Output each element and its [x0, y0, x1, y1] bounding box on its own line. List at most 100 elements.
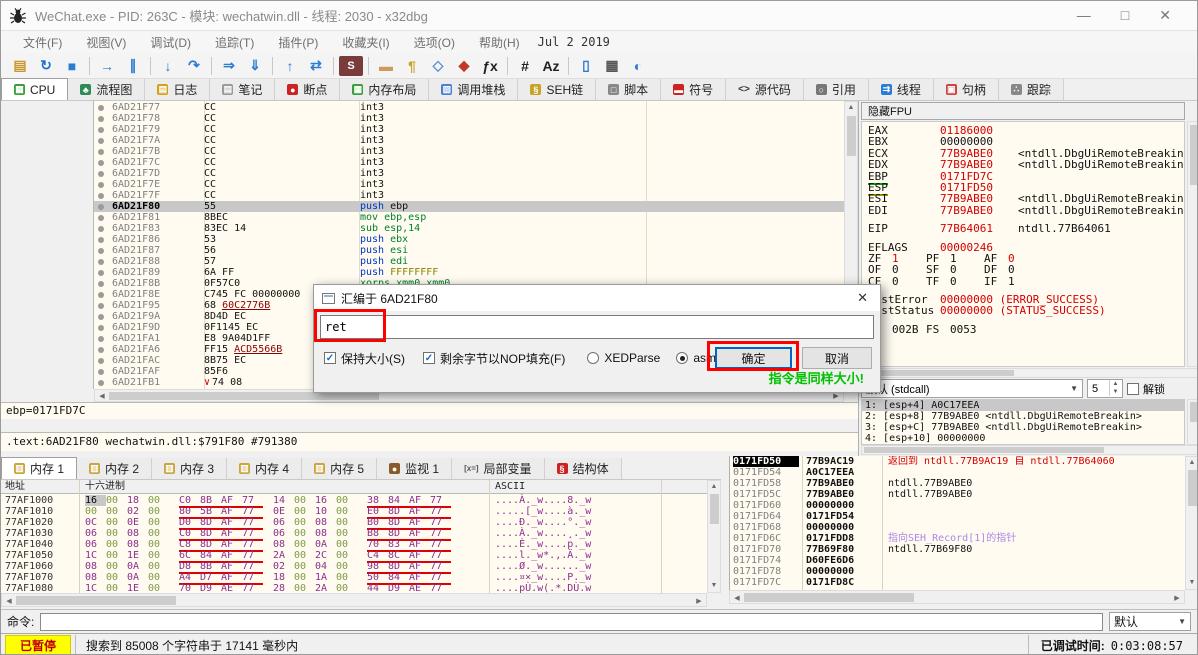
- menu-item[interactable]: 收藏夹(I): [330, 34, 401, 52]
- globe-icon[interactable]: ◐: [626, 56, 650, 76]
- stack-row[interactable]: 0171FD7800000000: [730, 566, 1185, 577]
- patches-icon[interactable]: ▬: [374, 56, 398, 76]
- breakpoint-dot[interactable]: [98, 237, 104, 243]
- tab-断点[interactable]: ●断点: [275, 79, 340, 100]
- run-to-user-code-icon[interactable]: ⇒: [217, 56, 241, 76]
- memory-row[interactable]: 77AF101000000200805BAF770E001000E08DAF77…: [1, 506, 707, 517]
- register-row[interactable]: ZF1PF1AF0: [868, 253, 1184, 264]
- breakpoint-dot[interactable]: [98, 149, 104, 155]
- hide-fpu-button[interactable]: 隐藏FPU: [861, 102, 1185, 120]
- breakpoint-dot[interactable]: [98, 105, 104, 111]
- memory-row[interactable]: 77AF10501C001E006C84AF772A002C00C48CAF77…: [1, 550, 707, 561]
- disasm-row[interactable]: 6AD21F8653push ebx: [94, 234, 844, 245]
- calculator-icon[interactable]: ▦: [600, 56, 624, 76]
- close-debuggee-icon[interactable]: ■: [60, 56, 84, 76]
- dialog-close-icon[interactable]: ✕: [853, 290, 872, 306]
- breakpoint-dot[interactable]: [98, 226, 104, 232]
- register-row[interactable]: GS002BFS0053: [868, 324, 1184, 335]
- argument-row[interactable]: 4: [esp+10] 00000000: [862, 433, 1184, 444]
- memory-row[interactable]: 77AF103006000800C08DAF7706000800B88DAF77…: [1, 528, 707, 539]
- tab-内存布局[interactable]: ▦内存布局: [340, 79, 429, 100]
- step-out-icon[interactable]: ⇓: [243, 56, 267, 76]
- tab-内存-4[interactable]: ▥内存 4: [227, 458, 302, 479]
- close-button[interactable]: ✕: [1159, 7, 1171, 24]
- memory-row[interactable]: 77AF107008000A00A4D7AF7718001A005084AF77…: [1, 572, 707, 583]
- registers-vscrollbar[interactable]: [1187, 121, 1198, 367]
- memory-row[interactable]: 77AF10200C000E00D08DAF7706000800B08DAF77…: [1, 517, 707, 528]
- tab-符号[interactable]: ▬符号: [661, 79, 726, 100]
- tab-引用[interactable]: ○引用: [804, 79, 869, 100]
- xedparse-radio[interactable]: [587, 352, 599, 364]
- register-row[interactable]: OF0SF0DF0: [868, 264, 1184, 275]
- function-icon[interactable]: ƒx: [478, 56, 502, 76]
- tab-内存-5[interactable]: ▥内存 5: [302, 458, 377, 479]
- arg-count-spinner[interactable]: 5▲▼: [1087, 379, 1123, 398]
- breakpoints-icon[interactable]: ◆: [452, 56, 476, 76]
- tab-调用堆栈[interactable]: ▧调用堆栈: [429, 79, 518, 100]
- step-over-icon[interactable]: ↷: [182, 56, 206, 76]
- stack-row[interactable]: 0171FD54A0C17EEA: [730, 467, 1185, 478]
- breakpoint-dot[interactable]: [98, 314, 104, 320]
- tab-线程[interactable]: ⇉线程: [869, 79, 934, 100]
- cancel-button[interactable]: 取消: [802, 347, 872, 369]
- disasm-row[interactable]: 6AD21F8055push ebp: [94, 201, 844, 212]
- stack-row[interactable]: 0171FD7C0171FD8C: [730, 577, 1185, 588]
- spinner-arrows-icon[interactable]: ▲▼: [1109, 380, 1121, 396]
- disasm-row[interactable]: 6AD21F8857push edi: [94, 256, 844, 267]
- stack-row[interactable]: 0171FD74D60FE6D6: [730, 555, 1185, 566]
- breakpoint-dot[interactable]: [98, 116, 104, 122]
- breakpoint-dot[interactable]: [98, 259, 104, 265]
- breakpoint-dot[interactable]: [98, 347, 104, 353]
- disasm-row[interactable]: 6AD21F77CCint3: [94, 102, 844, 113]
- menu-item[interactable]: 插件(P): [266, 34, 330, 52]
- case-icon[interactable]: Az: [539, 56, 563, 76]
- breakpoint-dot[interactable]: [98, 138, 104, 144]
- register-row[interactable]: EDI77B9ABE0<ntdll.DbgUiRemoteBreakin>: [868, 205, 1184, 216]
- breakpoint-dot[interactable]: [98, 182, 104, 188]
- disasm-row[interactable]: 6AD21F7ACCint3: [94, 135, 844, 146]
- menu-item[interactable]: 视图(V): [74, 34, 138, 52]
- fill-nop-checkbox[interactable]: ✓: [423, 352, 435, 364]
- disasm-row[interactable]: 6AD21F7DCCint3: [94, 168, 844, 179]
- minimize-button[interactable]: —: [1077, 7, 1091, 24]
- stack-row[interactable]: 0171FD6C0171FDD8指向SEH_Record[1]的指针: [730, 533, 1185, 544]
- disasm-row[interactable]: 6AD21F896A FFpush FFFFFFFF: [94, 267, 844, 278]
- stack-row[interactable]: 0171FD6000000000: [730, 500, 1185, 511]
- disasm-row[interactable]: 6AD21F8383EC 14sub esp,14: [94, 223, 844, 234]
- register-row[interactable]: EIP77B64061ntdll.77B64061: [868, 223, 1184, 234]
- breakpoint-dot[interactable]: [98, 281, 104, 287]
- stack-vscrollbar[interactable]: ▲▼: [1185, 456, 1198, 590]
- disasm-row[interactable]: 6AD21F7FCCint3: [94, 190, 844, 201]
- tab-句柄[interactable]: ▣句柄: [934, 79, 999, 100]
- disasm-row[interactable]: 6AD21F78CCint3: [94, 113, 844, 124]
- execute-till-return-icon[interactable]: ↑: [278, 56, 302, 76]
- command-input[interactable]: [40, 613, 1103, 631]
- memory-dump-panel[interactable]: 地址 十六进制 ASCII 77AF100016001800C08BAF7714…: [1, 480, 707, 607]
- breakpoint-dot[interactable]: [98, 325, 104, 331]
- animate-into-icon[interactable]: ⇄: [304, 56, 328, 76]
- asmjit-radio[interactable]: [676, 352, 688, 364]
- memory-vscrollbar[interactable]: ▲▼: [707, 480, 721, 593]
- open-file-icon[interactable]: ▤: [8, 56, 32, 76]
- pause-icon[interactable]: ∥: [121, 56, 145, 76]
- argument-row[interactable]: 3: [esp+C] 77B9ABE0 <ntdll.DbgUiRemoteBr…: [862, 422, 1184, 433]
- unlock-checkbox[interactable]: [1127, 383, 1139, 395]
- disasm-row[interactable]: 6AD21F7ECCint3: [94, 179, 844, 190]
- breakpoint-dot[interactable]: [98, 303, 104, 309]
- tab-结构体[interactable]: §结构体: [545, 458, 622, 479]
- stack-row[interactable]: 0171FD640171FD54: [730, 511, 1185, 522]
- breakpoint-dot[interactable]: [98, 204, 104, 210]
- stack-row[interactable]: 0171FD7077B69F80ntdll.77B69F80: [730, 544, 1185, 555]
- tab-日志[interactable]: ▤日志: [145, 79, 210, 100]
- keep-size-checkbox[interactable]: ✓: [324, 352, 336, 364]
- memory-row[interactable]: 77AF104006000800C88DAF7708000A007083AF77…: [1, 539, 707, 550]
- argument-row[interactable]: 1: [esp+4] A0C17EEA: [862, 400, 1184, 411]
- command-profile-select[interactable]: 默认▼: [1109, 612, 1191, 631]
- register-row[interactable]: EAX01186000: [868, 125, 1184, 136]
- tab-局部变量[interactable]: [x=]局部变量: [452, 458, 544, 479]
- breakpoint-dot[interactable]: [98, 369, 104, 375]
- dialog-title-bar[interactable]: 汇编于 6AD21F80 ✕: [314, 285, 880, 311]
- arguments-vscrollbar[interactable]: [1187, 399, 1198, 445]
- stack-row[interactable]: 0171FD6800000000: [730, 522, 1185, 533]
- stack-row[interactable]: 0171FD5077B9AC19返回到 ntdll.77B9AC19 自 ntd…: [730, 456, 1185, 467]
